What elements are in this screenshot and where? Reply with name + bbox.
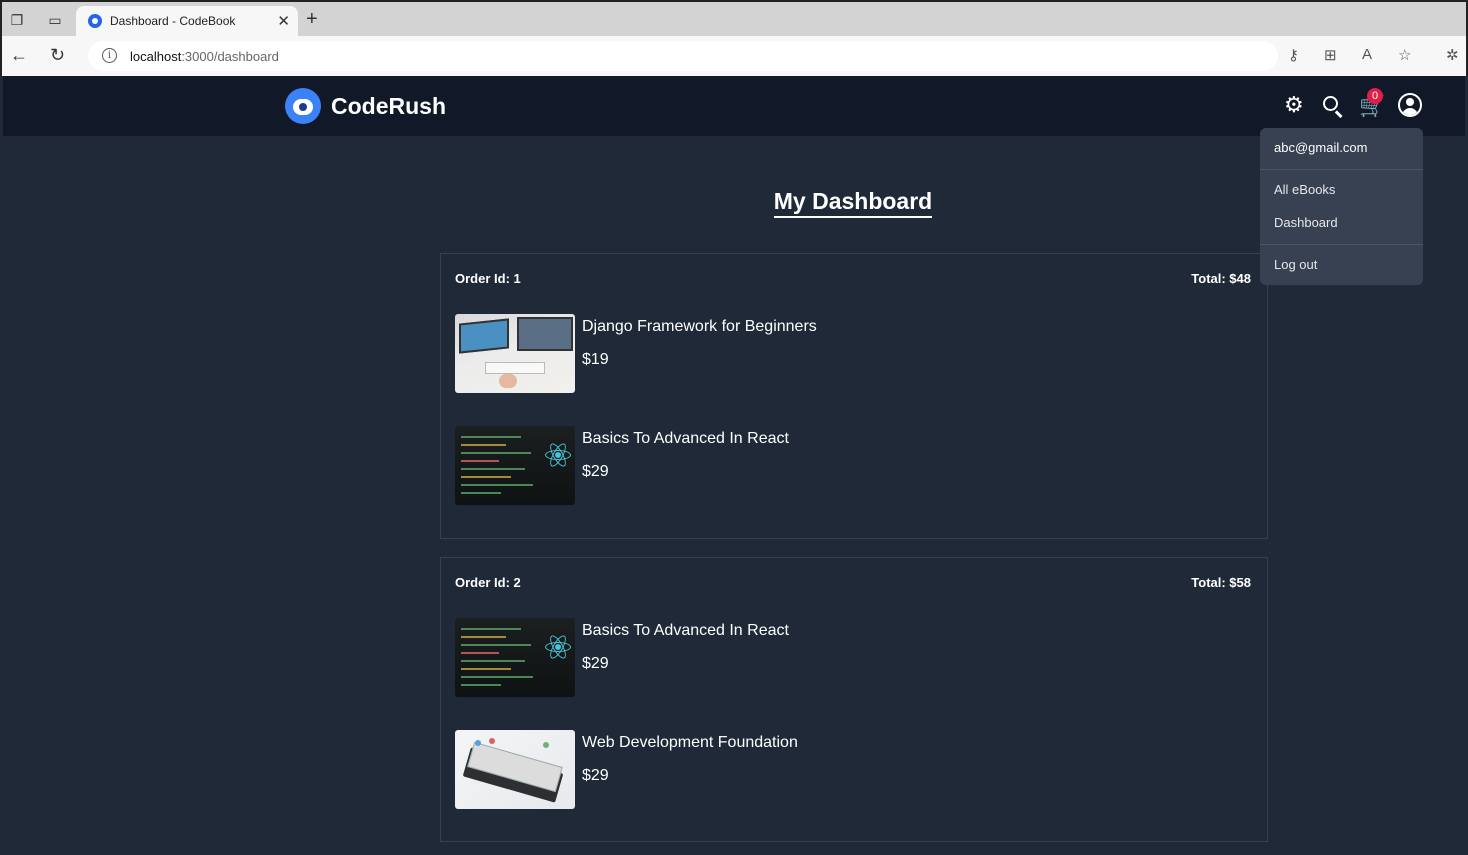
order-total: Total: $58 bbox=[1191, 575, 1251, 590]
divider bbox=[1260, 169, 1423, 170]
tab-title: Dashboard - CodeBook bbox=[110, 14, 236, 28]
book-thumbnail-react[interactable] bbox=[455, 618, 575, 697]
item-name[interactable]: Web Development Foundation bbox=[582, 734, 798, 752]
divider bbox=[1260, 244, 1423, 245]
item-price: $29 bbox=[582, 463, 609, 480]
react-logo-icon bbox=[545, 632, 571, 662]
item-price: $19 bbox=[582, 351, 609, 368]
browser-tab-bar: ❐ ▭ Dashboard - CodeBook ✕ + bbox=[0, 0, 1468, 36]
close-icon[interactable]: ✕ bbox=[277, 12, 290, 30]
codebook-favicon-icon bbox=[88, 14, 102, 28]
apps-icon[interactable]: ⊞ bbox=[1324, 46, 1337, 64]
url-text: localhost:3000/dashboard bbox=[130, 49, 279, 64]
book-thumbnail-react[interactable] bbox=[455, 426, 575, 505]
extensions-icon[interactable]: ✲ bbox=[1446, 46, 1459, 64]
book-thumbnail-web-development[interactable] bbox=[455, 730, 575, 809]
cart-count-badge: 0 bbox=[1367, 88, 1383, 104]
reload-icon[interactable]: ↻ bbox=[50, 45, 65, 66]
app-header: CodeRush ⚙ 🛒 bbox=[3, 76, 1465, 136]
site-info-icon[interactable]: i bbox=[102, 48, 117, 63]
item-price: $29 bbox=[582, 767, 609, 784]
tab-actions-icon[interactable]: ▭ bbox=[46, 11, 64, 29]
order-card: Order Id: 1 Total: $48 Django Framework … bbox=[440, 253, 1268, 539]
item-name[interactable]: Basics To Advanced In React bbox=[582, 622, 789, 640]
page-title: My Dashboard bbox=[773, 188, 933, 218]
url-field[interactable]: i localhost:3000/dashboard bbox=[88, 41, 1278, 71]
new-tab-icon[interactable]: + bbox=[306, 8, 318, 31]
user-account-icon[interactable] bbox=[1398, 93, 1422, 117]
user-dropdown-menu: abc@gmail.com All eBooks Dashboard Log o… bbox=[1260, 128, 1423, 285]
browser-address-bar: ← ↻ i localhost:3000/dashboard ⚷ ⊞ A ☆ ✲ bbox=[0, 36, 1468, 76]
menu-item-log-out[interactable]: Log out bbox=[1274, 257, 1317, 272]
item-name[interactable]: Basics To Advanced In React bbox=[582, 430, 789, 448]
key-icon[interactable]: ⚷ bbox=[1288, 46, 1299, 64]
book-thumbnail-django[interactable] bbox=[455, 314, 575, 393]
order-total: Total: $48 bbox=[1191, 271, 1251, 286]
react-logo-icon bbox=[545, 440, 571, 470]
item-price: $29 bbox=[582, 655, 609, 672]
order-card: Order Id: 2 Total: $58 Basics To Advance… bbox=[440, 557, 1268, 842]
url-host: localhost bbox=[130, 49, 182, 64]
url-path: :3000/dashboard bbox=[181, 49, 279, 64]
menu-item-dashboard[interactable]: Dashboard bbox=[1274, 215, 1338, 230]
menu-item-all-ebooks[interactable]: All eBooks bbox=[1274, 182, 1335, 197]
item-name[interactable]: Django Framework for Beginners bbox=[582, 318, 817, 336]
gear-icon[interactable]: ⚙ bbox=[1284, 94, 1304, 116]
order-id: Order Id: 2 bbox=[455, 575, 521, 590]
browser-tab-dashboard[interactable]: Dashboard - CodeBook ✕ bbox=[76, 6, 298, 36]
coderush-logo-icon[interactable] bbox=[285, 88, 321, 124]
read-aloud-icon[interactable]: A bbox=[1362, 46, 1372, 63]
back-arrow-icon[interactable]: ← bbox=[10, 45, 28, 66]
workspaces-icon[interactable]: ❐ bbox=[8, 11, 26, 29]
favorite-star-icon[interactable]: ☆ bbox=[1398, 46, 1411, 64]
order-id: Order Id: 1 bbox=[455, 271, 521, 286]
page-title-wrap: My Dashboard bbox=[0, 188, 1468, 218]
user-email: abc@gmail.com bbox=[1274, 140, 1368, 155]
brand-name[interactable]: CodeRush bbox=[331, 93, 446, 120]
search-icon[interactable] bbox=[1321, 94, 1345, 118]
